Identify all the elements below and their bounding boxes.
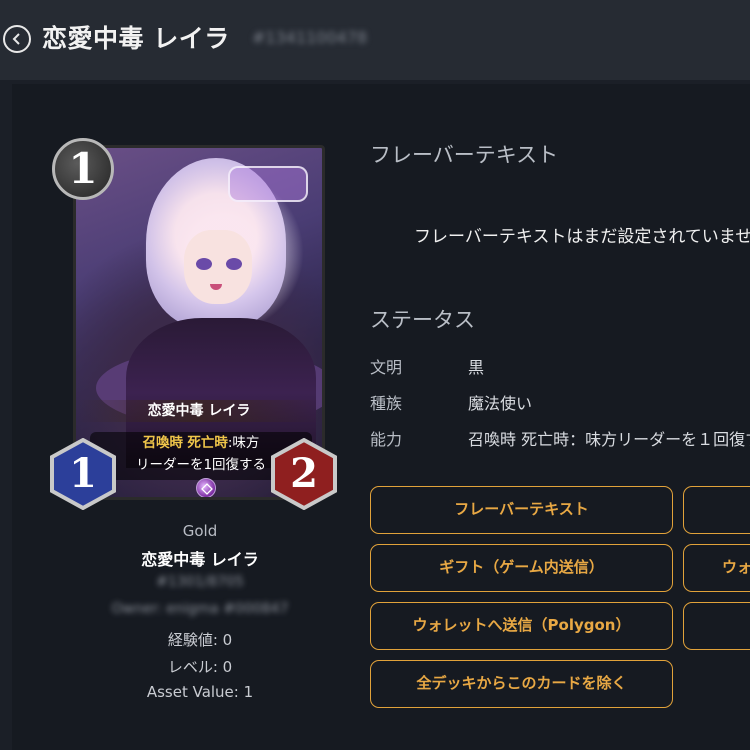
wallet-send-button[interactable]: ウォ — [683, 544, 750, 592]
level-label: レベル: 0 — [167, 658, 233, 676]
asset-value-label: Asset Value: 1 — [146, 683, 254, 701]
status-value-civilization: 黒 — [468, 358, 485, 377]
artwork-face — [184, 230, 252, 304]
remove-from-decks-button[interactable]: 全デッキからこのカードを除く — [370, 660, 673, 708]
ability-keyword-death: 死亡時 — [187, 435, 228, 451]
top-bar: 恋愛中毒 レイラ #1341100478 — [0, 0, 750, 80]
card-cost-badge: 1 — [52, 138, 114, 200]
purple-gem-icon — [196, 478, 216, 497]
status-label-ability: 能力 — [370, 430, 403, 449]
card-name-label: 恋愛中毒 レイラ — [76, 400, 322, 422]
rarity-label: Gold — [182, 522, 218, 540]
attack-badge: 1 — [49, 437, 117, 511]
owner-label: Owner: enigma #000847 — [111, 601, 289, 617]
status-label-civilization: 文明 — [370, 358, 403, 377]
status-value-race: 魔法使い — [468, 394, 533, 413]
flavor-text: フレーバーテキストはまだ設定されていません — [414, 227, 750, 247]
card-title: 恋愛中毒 レイラ — [141, 550, 259, 569]
flavor-text-button[interactable]: フレーバーテキスト — [370, 486, 673, 534]
flavor-heading: フレーバーテキスト — [370, 143, 559, 167]
serial-number: #1301/8705 — [156, 574, 244, 590]
page-title: 恋愛中毒 レイラ — [42, 24, 230, 53]
right-button-1[interactable] — [683, 486, 750, 534]
right-button-3[interactable] — [683, 602, 750, 650]
gift-button[interactable]: ギフト（ゲーム内送信） — [370, 544, 673, 592]
ability-keyword-summon: 召喚時 — [142, 435, 184, 451]
status-heading: ステータス — [370, 308, 475, 332]
health-badge: 2 — [270, 437, 338, 511]
artwork-eye-right — [226, 258, 242, 270]
ability-line1: :味方 — [227, 435, 260, 451]
health-value: 2 — [290, 450, 318, 497]
card-set-logo — [228, 166, 308, 202]
token-id: #1341100478 — [252, 28, 368, 47]
experience-label: 経験値: 0 — [167, 631, 233, 649]
attack-value: 1 — [69, 450, 97, 497]
status-label-race: 種族 — [370, 394, 403, 413]
wallet-polygon-button[interactable]: ウォレットへ送信（Polygon） — [370, 602, 673, 650]
chevron-left-icon — [12, 33, 20, 45]
back-button[interactable] — [3, 25, 31, 53]
artwork-eye-left — [196, 258, 212, 270]
status-value-ability: 召喚時 死亡時：味方リーダーを１回復する — [468, 430, 750, 449]
